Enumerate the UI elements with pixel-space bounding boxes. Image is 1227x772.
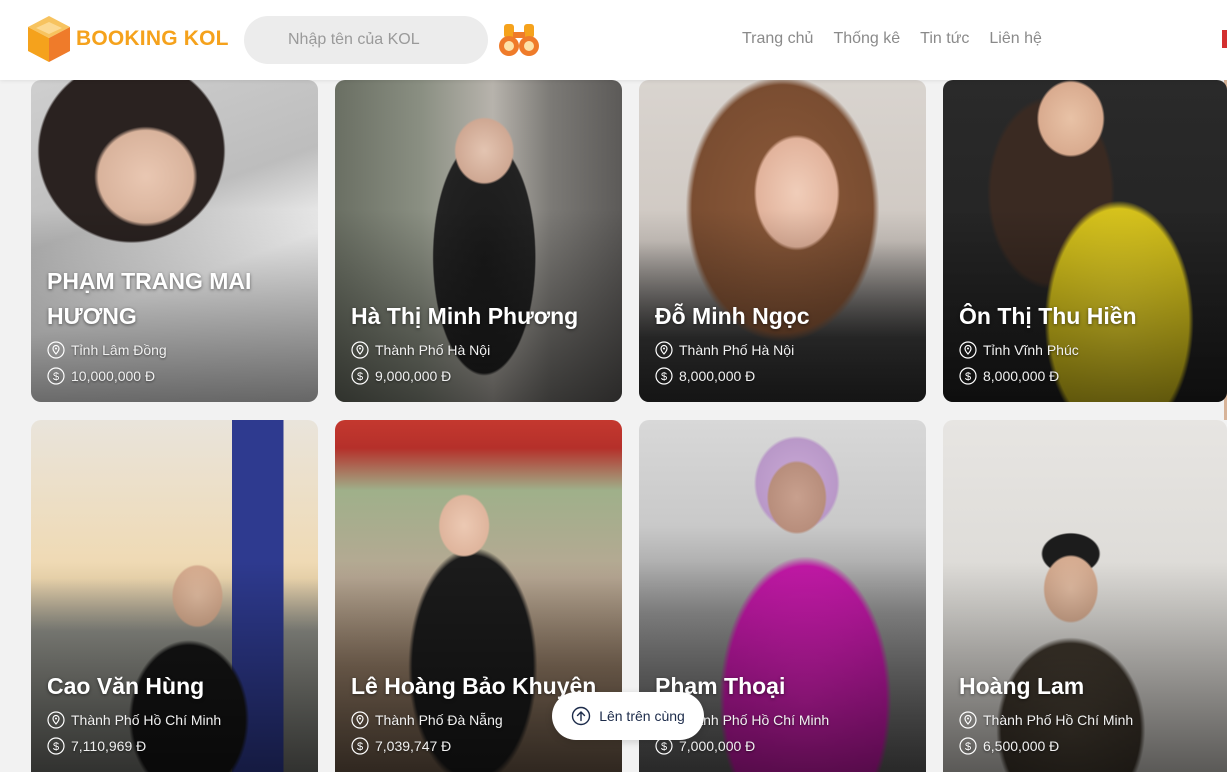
- kol-info: Đỗ Minh Ngọc Thành Phố Hà Nội $ 8,000,00…: [655, 299, 914, 386]
- arrow-up-circle-icon: [571, 706, 591, 726]
- kol-price: $ 7,110,969 Đ: [47, 736, 306, 756]
- kol-name: Hà Thị Minh Phương: [351, 303, 579, 329]
- location-pin-icon: [959, 341, 977, 359]
- kol-name: Ôn Thị Thu Hiền: [959, 303, 1137, 329]
- kol-info: Cao Văn Hùng Thành Phố Hồ Chí Minh $ 7,1…: [47, 669, 306, 756]
- logo[interactable]: BOOKING KOL: [26, 14, 229, 64]
- nav-home[interactable]: Trang chủ: [742, 30, 813, 48]
- search-input[interactable]: [244, 16, 488, 64]
- kol-price: $ 8,000,000 Đ: [959, 366, 1215, 386]
- top-header: BOOKING KOL Trang chủ Thống kê Tin tức L…: [0, 0, 1227, 80]
- dollar-icon: $: [47, 367, 65, 385]
- kol-location: Thành Phố Hà Nội: [655, 340, 914, 360]
- nav-news[interactable]: Tin tức: [920, 30, 969, 48]
- svg-text:$: $: [965, 371, 971, 383]
- kol-card[interactable]: Cao Văn Hùng Thành Phố Hồ Chí Minh $ 7,1…: [31, 420, 318, 772]
- kol-name: Hoàng Lam: [959, 673, 1085, 699]
- kol-info: Hà Thị Minh Phương Thành Phố Hà Nội $ 9,…: [351, 299, 610, 386]
- location-pin-icon: [351, 711, 369, 729]
- kol-location: Thành Phố Hà Nội: [351, 340, 610, 360]
- svg-text:$: $: [53, 371, 59, 383]
- dollar-icon: $: [351, 737, 369, 755]
- kol-name: Cao Văn Hùng: [47, 673, 205, 699]
- kol-card[interactable]: Hoàng Lam Thành Phố Hồ Chí Minh $ 6,500,…: [943, 420, 1227, 772]
- svg-text:$: $: [661, 741, 667, 753]
- location-pin-icon: [655, 341, 673, 359]
- kol-price: $ 7,000,000 Đ: [655, 736, 914, 756]
- nav-contact[interactable]: Liên hệ: [989, 30, 1042, 48]
- location-pin-icon: [351, 341, 369, 359]
- location-pin-icon: [47, 711, 65, 729]
- kol-card[interactable]: Ôn Thị Thu Hiền Tỉnh Vĩnh Phúc $ 8,000,0…: [943, 80, 1227, 402]
- kol-info: Ôn Thị Thu Hiền Tỉnh Vĩnh Phúc $ 8,000,0…: [959, 299, 1215, 386]
- binoculars-search-icon[interactable]: [498, 22, 540, 58]
- svg-text:$: $: [357, 741, 363, 753]
- kol-location: Thành Phố Hồ Chí Minh: [47, 710, 306, 730]
- svg-text:$: $: [53, 741, 59, 753]
- kol-card[interactable]: Đỗ Minh Ngọc Thành Phố Hà Nội $ 8,000,00…: [639, 80, 926, 402]
- kol-location: Tỉnh Lâm Đồng: [47, 340, 306, 360]
- kol-name: Đỗ Minh Ngọc: [655, 303, 810, 329]
- nav-statistics[interactable]: Thống kê: [833, 30, 900, 48]
- location-pin-icon: [47, 341, 65, 359]
- svg-text:$: $: [965, 741, 971, 753]
- kol-price: $ 10,000,000 Đ: [47, 366, 306, 386]
- kol-card[interactable]: Hà Thị Minh Phương Thành Phố Hà Nội $ 9,…: [335, 80, 622, 402]
- dollar-icon: $: [47, 737, 65, 755]
- logo-text: BOOKING KOL: [76, 27, 229, 50]
- dollar-icon: $: [351, 367, 369, 385]
- dollar-icon: $: [959, 367, 977, 385]
- kol-info: Hoàng Lam Thành Phố Hồ Chí Minh $ 6,500,…: [959, 669, 1215, 756]
- back-to-top-label: Lên trên cùng: [599, 708, 685, 724]
- kol-price: $ 6,500,000 Đ: [959, 736, 1215, 756]
- back-to-top-button[interactable]: Lên trên cùng: [552, 692, 704, 740]
- language-flag-icon[interactable]: [1222, 30, 1227, 48]
- kol-location: Tỉnh Vĩnh Phúc: [959, 340, 1215, 360]
- kol-name: PHẠM TRANG MAI HƯƠNG: [47, 268, 252, 329]
- kol-price: $ 8,000,000 Đ: [655, 366, 914, 386]
- svg-text:$: $: [357, 371, 363, 383]
- main-nav: Trang chủ Thống kê Tin tức Liên hệ: [742, 30, 1062, 48]
- cube-logo-icon: [28, 16, 70, 62]
- dollar-icon: $: [959, 737, 977, 755]
- svg-text:$: $: [661, 371, 667, 383]
- kol-location: Thành Phố Hồ Chí Minh: [959, 710, 1215, 730]
- dollar-icon: $: [655, 367, 673, 385]
- kol-price: $ 9,000,000 Đ: [351, 366, 610, 386]
- kol-info: PHẠM TRANG MAI HƯƠNG Tỉnh Lâm Đồng $ 10,…: [47, 264, 306, 386]
- kol-card[interactable]: PHẠM TRANG MAI HƯƠNG Tỉnh Lâm Đồng $ 10,…: [31, 80, 318, 402]
- location-pin-icon: [959, 711, 977, 729]
